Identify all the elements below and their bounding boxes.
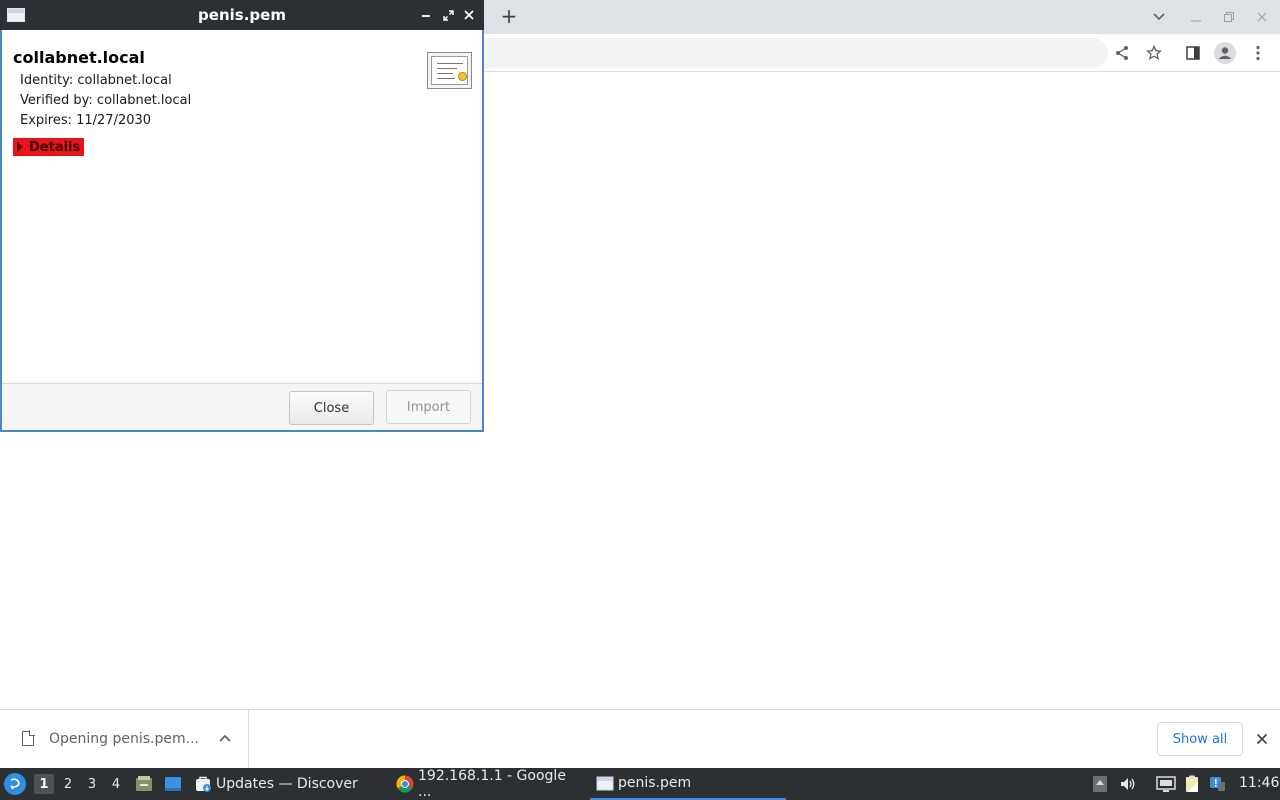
desktop-show-icon[interactable] [164,775,182,793]
expander-arrow-icon [17,142,23,152]
restore-icon[interactable] [1219,7,1239,27]
certificate-icon [427,52,472,89]
details-expander[interactable]: Details [13,138,84,156]
import-button[interactable]: Import [386,390,471,424]
network-icon[interactable] [1156,775,1176,793]
maximize-icon[interactable] [440,6,456,24]
file-icon [22,730,35,746]
desktop-2[interactable]: 2 [58,774,78,794]
chevron-up-icon[interactable] [217,730,233,746]
desktop-1[interactable]: 1 [34,774,54,794]
download-shelf: Opening penis.pem... Show all [0,709,1280,768]
download-item-label: Opening penis.pem... [49,731,199,747]
show-all-button[interactable]: Show all [1157,722,1243,756]
dialog-button-bar: Close Import [2,383,482,430]
close-shelf-icon[interactable] [1253,730,1271,748]
task-label: Updates — Discover [216,776,358,792]
taskbar-task-chrome[interactable]: 192.168.1.1 - Google ... [396,768,582,800]
discover-icon [196,776,211,792]
task-label: 192.168.1.1 - Google ... [418,768,566,800]
profile-avatar-icon[interactable] [1214,42,1236,64]
clipboard-icon[interactable] [1183,775,1201,793]
certificate-expires: Expires: 11/27/2030 [20,113,152,128]
download-item[interactable]: Opening penis.pem... [0,710,249,768]
details-label: Details [29,139,81,155]
close-window-icon[interactable] [1252,7,1272,27]
close-icon[interactable] [461,6,477,24]
minimize-icon[interactable] [1186,7,1206,27]
tab-search-chevron-icon[interactable] [1149,7,1169,27]
close-button[interactable]: Close [289,391,374,425]
address-bar[interactable] [478,38,1108,68]
taskbar-task-penis-pem[interactable]: penis.pem [590,768,786,800]
start-menu-button[interactable] [4,773,26,795]
share-icon[interactable] [1111,42,1133,64]
file-manager-icon[interactable] [135,775,153,793]
clock[interactable]: 11:46 [1239,775,1279,791]
certificate-common-name: collabnet.local [13,48,145,67]
new-tab-button[interactable]: + [498,5,520,27]
certificate-identity: Identity: collabnet.local [20,73,172,88]
task-label: penis.pem [618,775,692,791]
dialog-title: penis.pem [198,6,286,24]
chrome-icon [396,775,414,793]
certificate-dialog: penis.pem collabnet.local Identity: coll… [0,0,484,432]
notifications-icon[interactable] [1208,775,1226,793]
more-menu-icon[interactable] [1247,42,1269,64]
dialog-body: collabnet.local Identity: collabnet.loca… [2,30,482,383]
window-icon [596,776,614,791]
side-panel-icon[interactable] [1182,42,1204,64]
minimize-icon[interactable] [418,6,434,24]
bookmark-star-icon[interactable] [1143,42,1165,64]
certificate-verified-by: Verified by: collabnet.local [20,93,192,108]
taskbar-task-discover[interactable]: Updates — Discover [194,768,380,800]
desktop-3[interactable]: 3 [82,774,102,794]
volume-icon[interactable] [1119,775,1137,793]
dialog-titlebar[interactable]: penis.pem [0,0,484,30]
taskbar: 1 2 3 4 Updates — Discover 192.168.1.1 -… [0,768,1280,800]
tray-arrow-icon[interactable] [1091,775,1109,793]
desktop-4[interactable]: 4 [106,774,126,794]
